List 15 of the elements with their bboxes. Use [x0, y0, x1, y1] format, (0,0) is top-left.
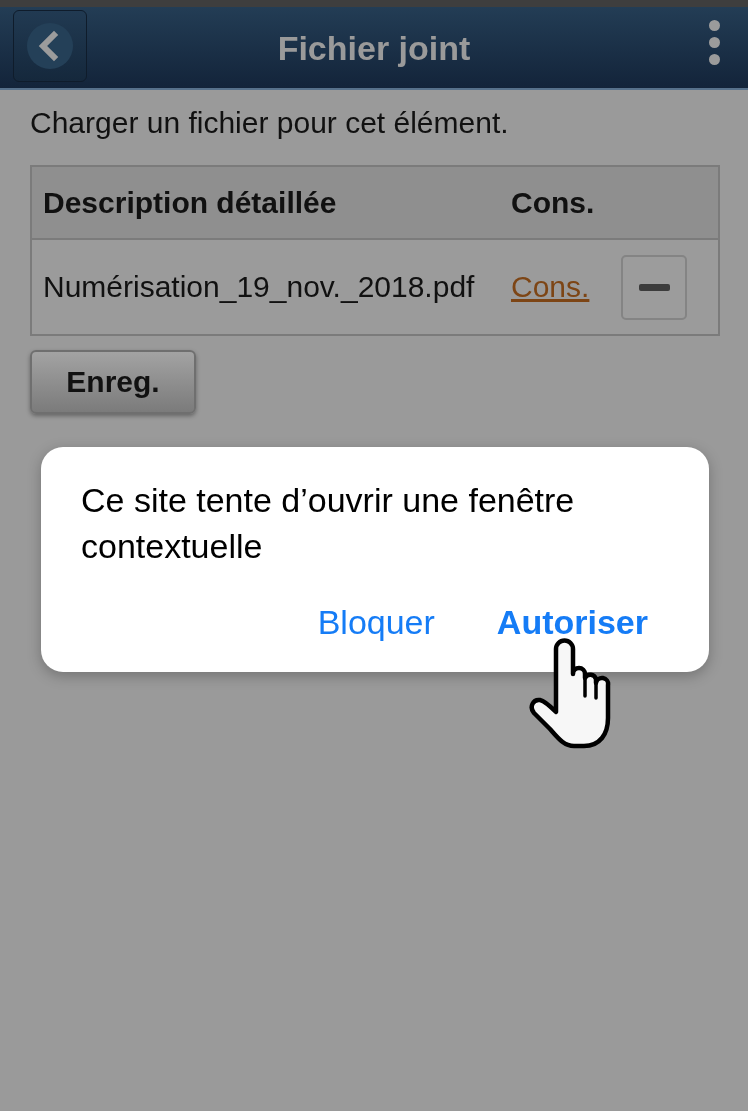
column-header: Description détaillée [43, 185, 337, 220]
minus-icon [638, 283, 670, 291]
remove-button[interactable] [621, 254, 687, 320]
intro-text: Charger un fichier pour cet élément. [30, 106, 510, 140]
file-name: Numérisation_19_nov._2018.pdf [43, 270, 475, 304]
chevron-left-icon [27, 23, 73, 69]
dialog-message: Ce site tente d’ouvrir une fenêtre contextuelle [81, 480, 576, 567]
page-title: Fichier joint [277, 27, 471, 68]
column-header: Cons. [511, 185, 595, 220]
save-button[interactable]: Enreg. [30, 350, 196, 414]
view-link[interactable]: Cons. [511, 270, 590, 304]
allow-button[interactable]: Autoriser [496, 603, 648, 641]
block-button[interactable]: Bloquer [317, 603, 435, 641]
more-options-icon[interactable] [709, 20, 720, 65]
back-button[interactable] [13, 10, 87, 82]
